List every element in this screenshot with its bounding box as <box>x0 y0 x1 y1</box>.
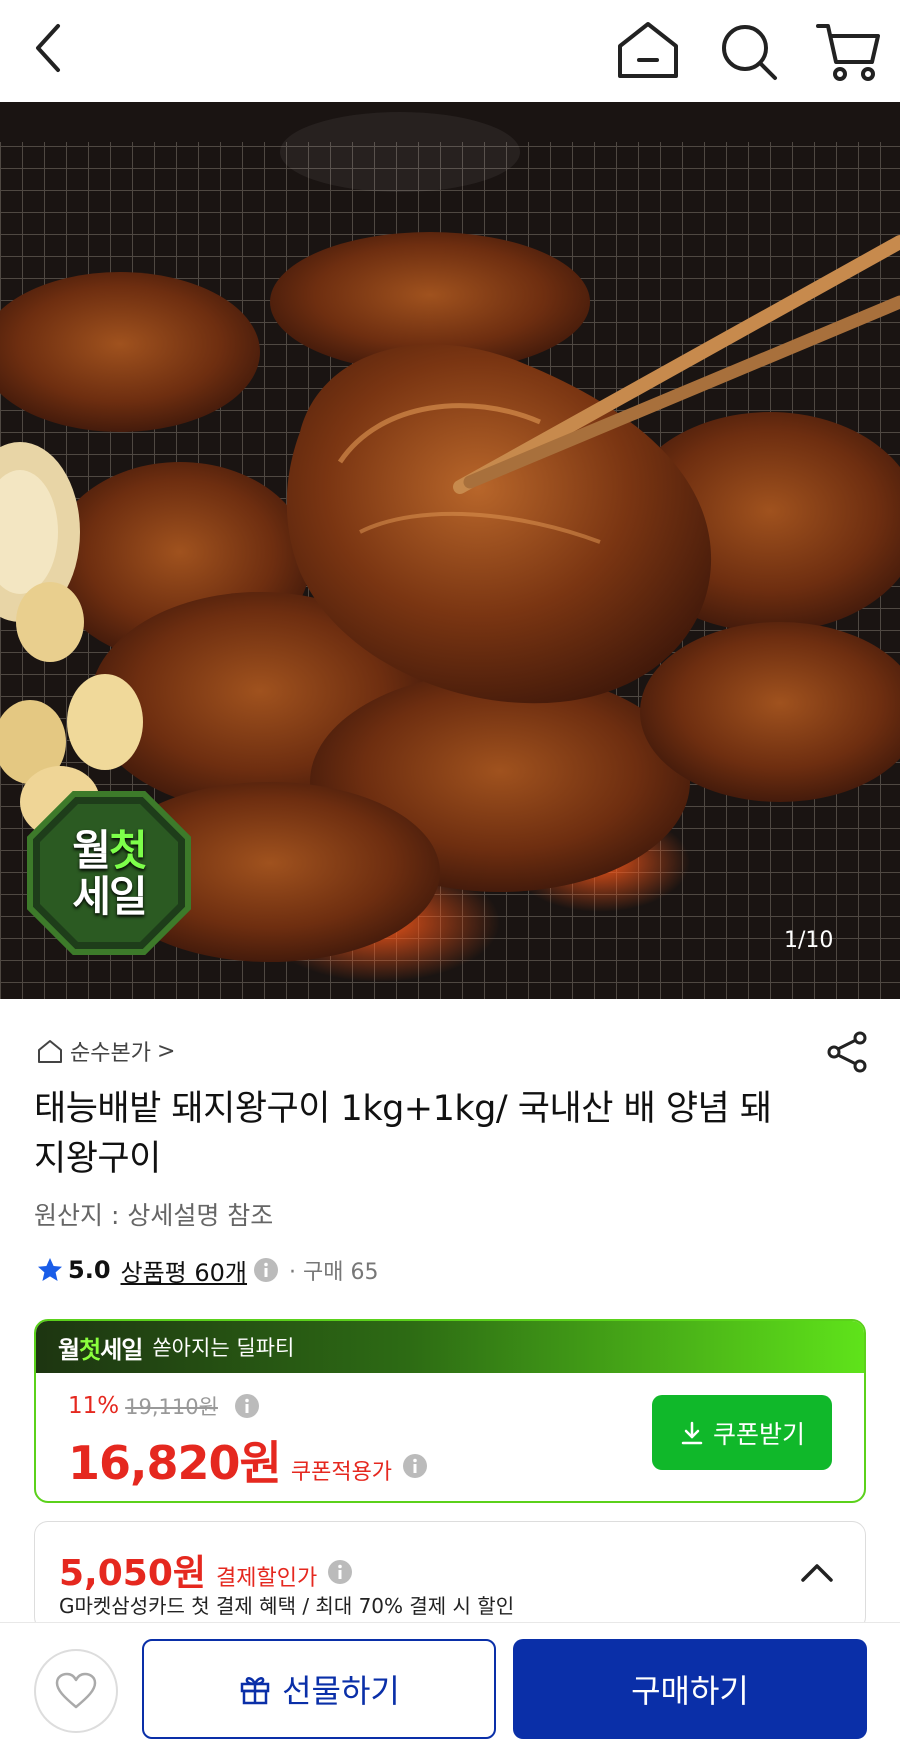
info-icon[interactable] <box>234 1393 260 1419</box>
original-price: 19,110원 <box>125 1395 218 1419</box>
rating-row: 5.0 상품평 60개 · 구매 65 <box>36 1250 378 1290</box>
star-icon <box>38 1258 62 1281</box>
get-coupon-button[interactable]: 쿠폰받기 <box>652 1395 832 1470</box>
badge-word-1: 월 <box>72 826 111 875</box>
back-icon[interactable] <box>22 18 82 78</box>
heart-icon <box>55 1672 97 1709</box>
home-icon[interactable] <box>612 18 684 82</box>
card-discount-box[interactable]: 5,050원 결제할인가 G마켓삼성카드 첫 결제 혜택 / 최대 70% 결제… <box>34 1521 866 1631</box>
chevron-up-icon[interactable] <box>797 1558 837 1588</box>
search-icon[interactable] <box>715 18 781 84</box>
info-icon[interactable] <box>253 1257 279 1283</box>
card-discount-price: 5,050원 <box>59 1553 206 1594</box>
cart-icon[interactable] <box>812 18 884 84</box>
coupon-price-label: 쿠폰적용가 <box>290 1460 393 1485</box>
product-title: 태능배밭 돼지왕구이 1kg+1kg/ 국내산 배 양념 돼지왕구이 <box>34 1089 772 1179</box>
deal-logo-part-2: 첫 <box>79 1335 101 1364</box>
store-link[interactable]: 순수본가 > <box>36 1034 175 1068</box>
price-row: 16,820원 쿠폰적용가 <box>68 1427 428 1493</box>
store-home-icon <box>38 1040 62 1063</box>
gift-button[interactable]: 선물하기 <box>142 1639 496 1739</box>
gift-icon <box>240 1677 270 1705</box>
discount-row: 11% 19,110원 <box>68 1391 260 1421</box>
deal-logo-part-3: 세일 <box>100 1335 143 1364</box>
deal-body: 11% 19,110원 16,820원 쿠폰적용가 쿠폰받기 <box>36 1373 864 1501</box>
badge-word-2: 첫 <box>109 826 148 875</box>
store-name: 순수본가 <box>70 1041 151 1066</box>
deal-logo-part-1: 월 <box>58 1335 80 1364</box>
deal-subtitle: 쏟아지는 딜파티 <box>152 1336 295 1360</box>
discount-rate: 11% <box>68 1393 120 1419</box>
wishlist-button[interactable] <box>34 1649 118 1733</box>
info-icon[interactable] <box>402 1453 428 1479</box>
share-icon[interactable] <box>826 1030 870 1074</box>
badge-text: 월첫 세일 <box>26 828 192 920</box>
bottom-action-bar: 선물하기 구매하기 <box>0 1622 900 1756</box>
coupon-price: 16,820원 <box>68 1436 282 1490</box>
buy-button[interactable]: 구매하기 <box>513 1639 867 1739</box>
reviews-link[interactable]: 상품평 60개 <box>121 1253 248 1288</box>
info-icon[interactable] <box>327 1559 353 1585</box>
image-counter: 1/10 <box>784 928 834 953</box>
deal-logo: 월첫세일 <box>58 1330 143 1365</box>
card-discount-label: 결제할인가 <box>216 1566 318 1591</box>
card-discount-description: G마켓삼성카드 첫 결제 혜택 / 최대 70% 결제 시 할인 <box>59 1594 515 1618</box>
top-navigation-bar <box>0 0 900 102</box>
gift-button-label: 선물하기 <box>282 1673 400 1709</box>
monthly-first-sale-badge: 월첫 세일 <box>26 790 192 956</box>
deal-header: 월첫세일 쏟아지는 딜파티 <box>36 1321 864 1373</box>
deal-party-box: 월첫세일 쏟아지는 딜파티 11% 19,110원 16,820원 쿠폰적용가 <box>34 1319 866 1503</box>
card-price-row: 5,050원 결제할인가 <box>59 1544 353 1596</box>
badge-word-3: 세일 <box>72 872 147 921</box>
coupon-button-label: 쿠폰받기 <box>712 1420 805 1449</box>
purchase-count: · 구매 65 <box>289 1260 379 1285</box>
rating-score: 5.0 <box>68 1256 111 1284</box>
buy-button-label: 구매하기 <box>631 1673 749 1709</box>
store-chevron: > <box>156 1038 176 1064</box>
download-icon <box>681 1421 703 1444</box>
product-image-carousel[interactable]: 월첫 세일 1/10 <box>0 102 900 999</box>
product-origin: 원산지 : 상세설명 참조 <box>34 1201 274 1230</box>
